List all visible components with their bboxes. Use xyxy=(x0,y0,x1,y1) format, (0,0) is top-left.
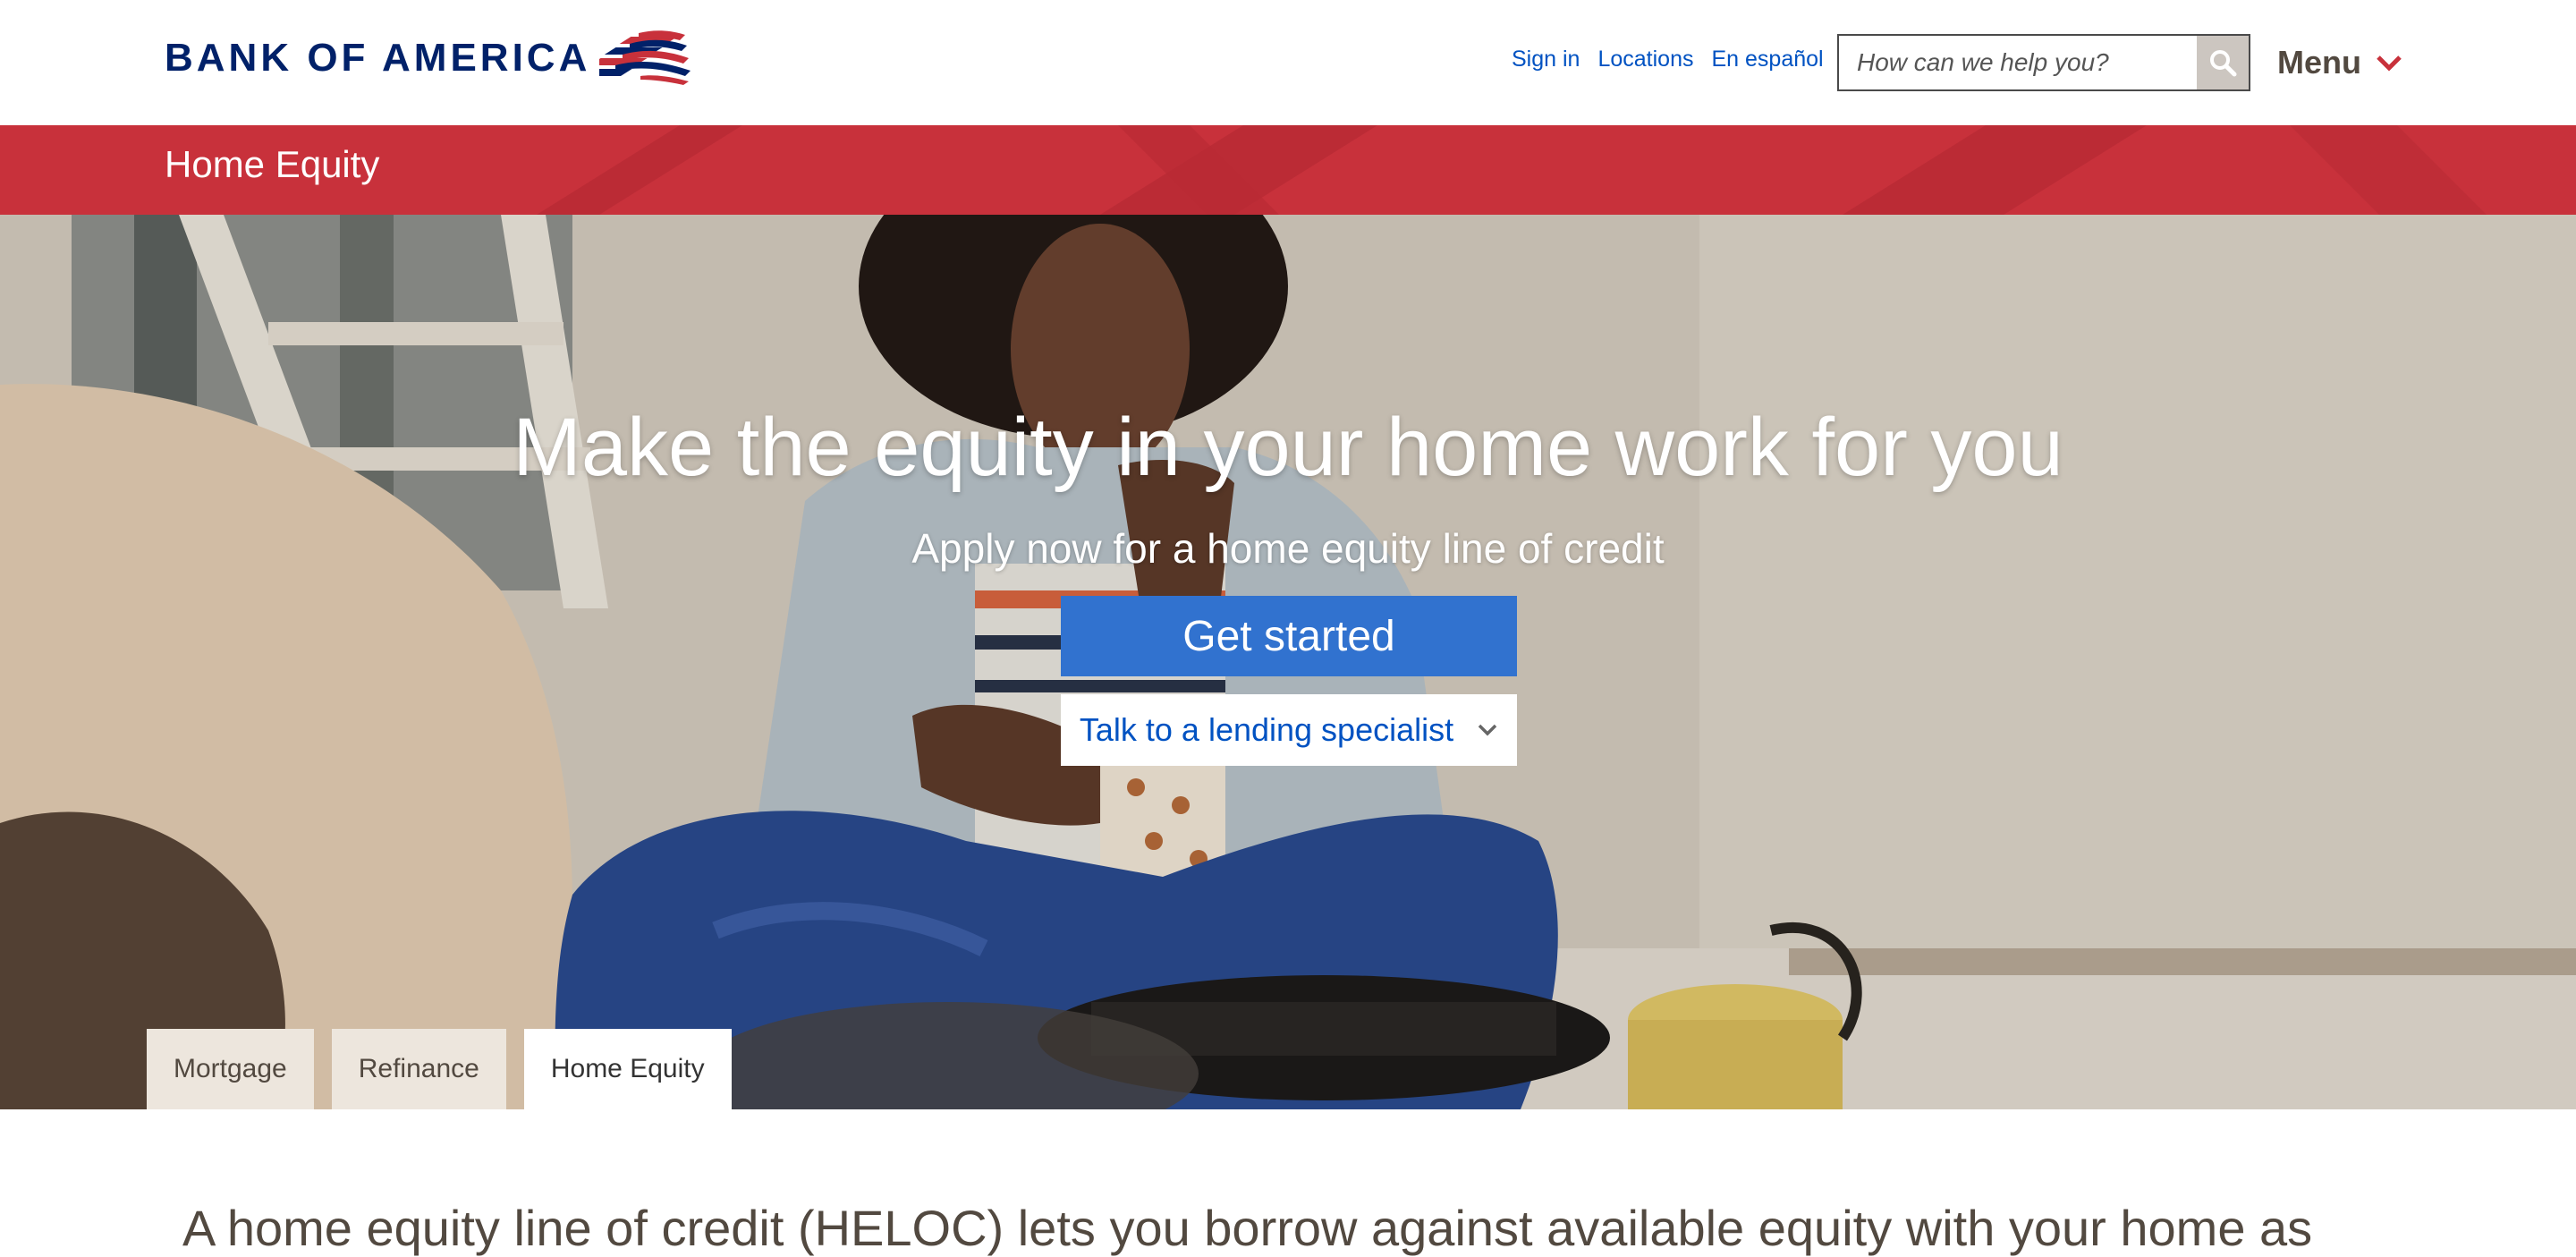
site-header: BANK OF AMERICA Sign in Locations En esp… xyxy=(0,0,2576,125)
tab-refinance[interactable]: Refinance xyxy=(331,1029,506,1109)
banner-stripes xyxy=(537,125,2487,215)
espanol-link[interactable]: En español xyxy=(1711,47,1823,72)
logo-wordmark: BANK OF AMERICA xyxy=(165,36,591,80)
chevron-down-icon xyxy=(2377,55,2402,72)
tab-home-equity[interactable]: Home Equity xyxy=(523,1029,732,1109)
intro-paragraph: A home equity line of credit (HELOC) let… xyxy=(182,1200,2313,1256)
menu-label: Menu xyxy=(2277,44,2361,81)
hero-subheadline: Apply now for a home equity line of cred… xyxy=(911,525,1665,572)
sign-in-link[interactable]: Sign in xyxy=(1512,47,1580,72)
talk-to-specialist-label: Talk to a lending specialist xyxy=(1079,711,1454,748)
get-started-button[interactable]: Get started xyxy=(1061,596,1517,676)
search-input[interactable] xyxy=(1839,36,2197,89)
tab-mortgage[interactable]: Mortgage xyxy=(147,1029,314,1109)
search-box xyxy=(1837,34,2250,91)
search-button[interactable] xyxy=(2197,36,2249,89)
bank-logo[interactable]: BANK OF AMERICA xyxy=(165,27,698,89)
section-title: Home Equity xyxy=(165,143,380,185)
chevron-down-icon xyxy=(1478,724,1497,736)
hero-headline: Make the equity in your home work for yo… xyxy=(513,402,2063,493)
section-banner: Home Equity xyxy=(0,125,2576,215)
search-icon xyxy=(2210,50,2237,77)
hero-banner: Make the equity in your home work for yo… xyxy=(0,215,2576,1109)
flag-logo-icon xyxy=(599,30,691,85)
talk-to-specialist-button[interactable]: Talk to a lending specialist xyxy=(1061,694,1517,766)
product-tabs: Mortgage Refinance Home Equity xyxy=(147,1029,732,1109)
menu-button[interactable]: Menu xyxy=(2277,39,2402,86)
utility-nav: Sign in Locations En español xyxy=(1512,47,1824,72)
locations-link[interactable]: Locations xyxy=(1597,47,1693,72)
